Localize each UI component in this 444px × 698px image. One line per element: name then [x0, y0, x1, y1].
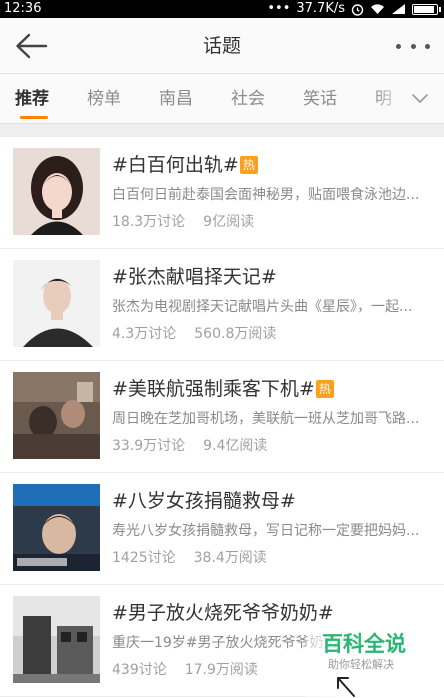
tab-rankings[interactable]: 榜单: [87, 74, 121, 123]
topic-stats: 1425讨论 38.4万阅读: [112, 548, 267, 568]
topic-thumbnail: [13, 148, 100, 235]
tabs-fade: [374, 74, 444, 122]
topic-thumbnail: [13, 596, 100, 683]
wifi-icon: [371, 4, 384, 14]
topic-title: #美联航强制乘客下机# 热: [112, 375, 334, 403]
pointer-arrow-icon: [337, 677, 355, 697]
tab-jokes[interactable]: 笑话: [303, 74, 337, 123]
status-bar: 12:36 ••• 37.7K/s: [0, 0, 444, 18]
active-tab-indicator: [20, 116, 48, 119]
topic-description: 白百何日前赴泰国会面神秘男，贴面喂食泳池边...: [112, 187, 420, 203]
tab-nanchang[interactable]: 南昌: [159, 74, 193, 123]
topic-thumbnail: [13, 484, 100, 571]
hot-badge: 热: [239, 156, 258, 174]
topic-list: #白百何出轨# 热 白百何日前赴泰国会面神秘男，贴面喂食泳池边... 18.3万讨…: [0, 137, 444, 698]
topic-stats: 33.9万讨论 9.4亿阅读: [112, 436, 267, 456]
status-dots: •••: [267, 1, 291, 16]
topic-item[interactable]: #张杰献唱择天记# 张杰为电视剧择天记献唱片头曲《星辰》，一起... 4.3万讨…: [0, 249, 444, 361]
watermark-subtitle: 助你轻松解决: [328, 658, 394, 671]
hot-badge: 热: [315, 380, 334, 398]
topic-stats: 439讨论 17.9万阅读: [112, 660, 258, 680]
topic-item[interactable]: #白百何出轨# 热 白百何日前赴泰国会面神秘男，贴面喂食泳池边... 18.3万讨…: [0, 137, 444, 249]
read-count: 38.4万阅读: [193, 550, 267, 566]
status-time: 12:36: [4, 1, 42, 16]
topic-title: #男子放火烧死爷爷奶奶#: [112, 602, 334, 624]
discussion-count: 4.3万讨论: [112, 326, 177, 342]
battery-icon: [412, 3, 441, 15]
topic-title: #白百何出轨# 热: [112, 151, 258, 179]
topic-title: #张杰献唱择天记#: [112, 266, 277, 288]
topic-description: 周日晚在芝加哥机场，美联航一班从芝加哥飞路...: [112, 411, 420, 427]
topic-title-text: #白百何出轨#: [112, 154, 239, 176]
topic-thumbnail: [13, 260, 100, 347]
category-tabs: 推荐 榜单 南昌 社会 笑话 明: [0, 74, 444, 124]
status-icons: ••• 37.7K/s: [267, 0, 441, 18]
read-count: 17.9万阅读: [184, 662, 258, 678]
watermark-logo: 百科全说 助你轻松解决: [306, 622, 444, 698]
discussion-count: 439讨论: [112, 662, 167, 678]
read-count: 9亿阅读: [203, 214, 255, 230]
alarm-icon: [351, 3, 364, 16]
topic-title: #八岁女孩捐髓救母#: [112, 490, 296, 512]
topic-title-text: #美联航强制乘客下机#: [112, 378, 315, 400]
signal-icon: [392, 4, 405, 14]
topic-description: 张杰为电视剧择天记献唱片头曲《星辰》，一起...: [112, 299, 413, 315]
topic-description: 寿光八岁女孩捐髓救母，写日记称一定要把妈妈...: [112, 523, 420, 539]
discussion-count: 18.3万讨论: [112, 214, 186, 230]
discussion-count: 33.9万讨论: [112, 438, 186, 454]
watermark-title: 百科全说: [322, 632, 406, 656]
chevron-down-icon[interactable]: [410, 88, 430, 108]
topic-thumbnail: [13, 372, 100, 459]
read-count: 9.4亿阅读: [203, 438, 268, 454]
tab-society[interactable]: 社会: [231, 74, 265, 123]
nav-bar: 话题: [0, 18, 444, 74]
more-dots-icon[interactable]: [396, 38, 430, 54]
topic-stats: 18.3万讨论 9亿阅读: [112, 212, 254, 232]
network-speed: 37.7K/s: [296, 1, 345, 16]
read-count: 560.8万阅读: [194, 326, 277, 342]
topic-item[interactable]: #八岁女孩捐髓救母# 寿光八岁女孩捐髓救母，写日记称一定要把妈妈... 1425…: [0, 473, 444, 585]
page-title: 话题: [202, 35, 241, 57]
discussion-count: 1425讨论: [112, 550, 176, 566]
topic-item[interactable]: #美联航强制乘客下机# 热 周日晚在芝加哥机场，美联航一班从芝加哥飞路... 33…: [0, 361, 444, 473]
topic-stats: 4.3万讨论 560.8万阅读: [112, 324, 276, 344]
